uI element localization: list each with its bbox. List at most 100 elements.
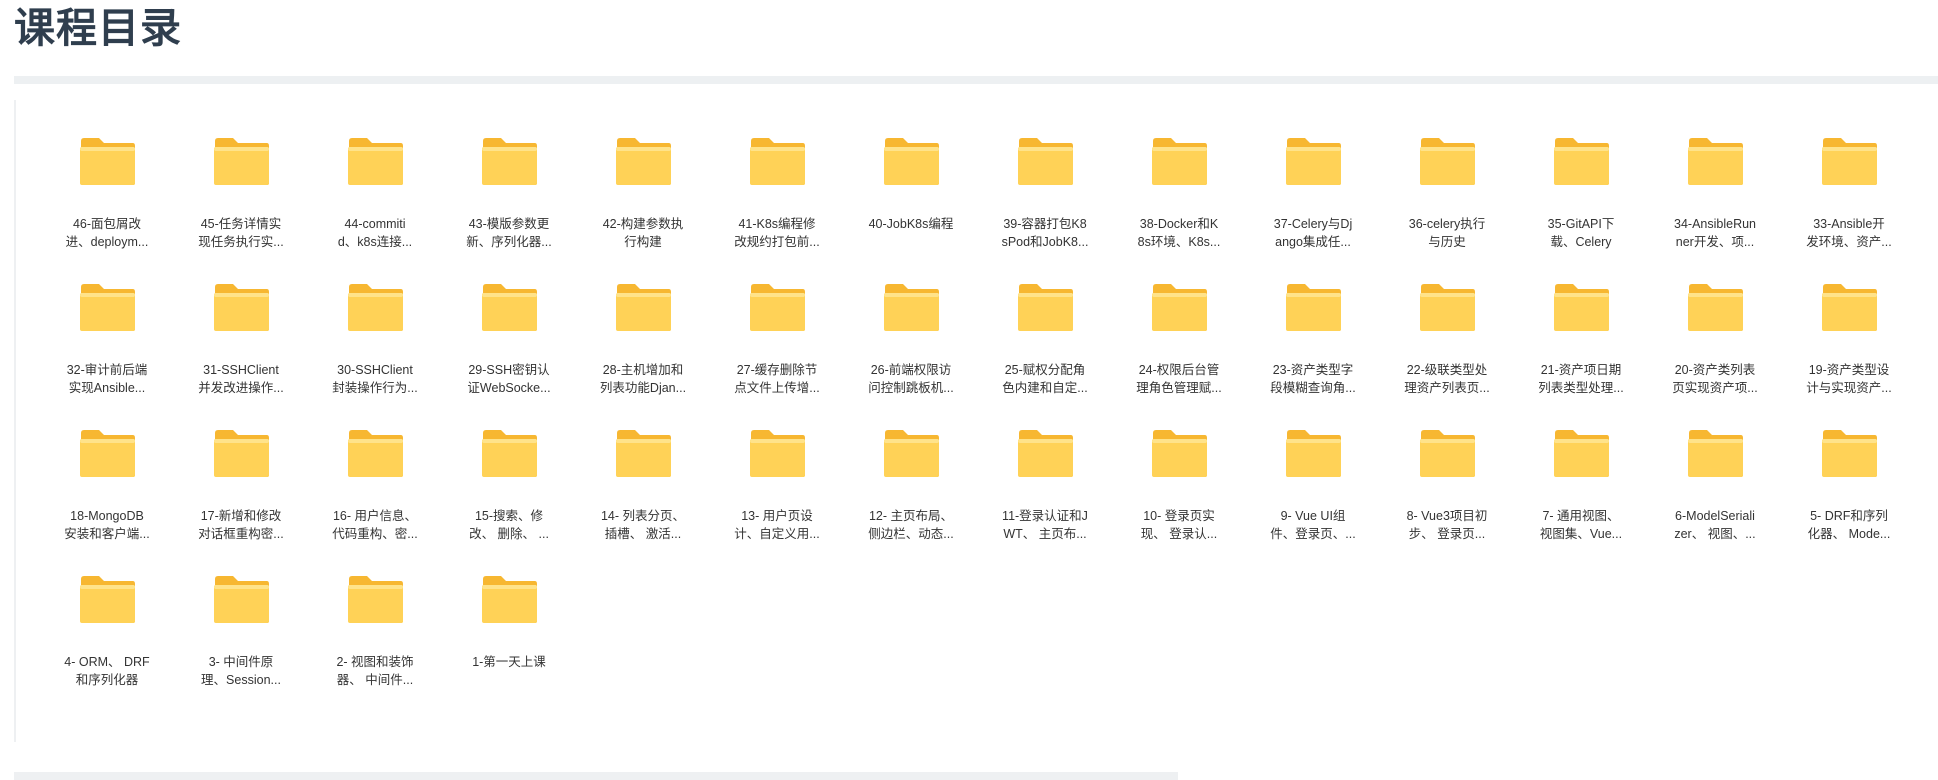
folder-item[interactable]: 45-任务详情实 现任务执行实...	[174, 100, 308, 249]
folder-icon	[749, 137, 806, 186]
folder-label: 8- Vue3项目初 步、 登录页...	[1380, 507, 1514, 547]
folder-label-line1: 32-审计前后端	[66, 363, 148, 377]
folder-label-line1: 29-SSH密钥认	[468, 363, 550, 377]
folder-item[interactable]: 21-资产项日期 列表类型处理...	[1514, 246, 1648, 395]
folder-label-line2: 视图集、Vue...	[1539, 527, 1623, 541]
folder-item[interactable]: 10- 登录页实 现、 登录认...	[1112, 392, 1246, 541]
folder-label-line1: 46-面包屑改	[72, 217, 142, 231]
folder-item[interactable]: 43-模版参数更 新、序列化器...	[442, 100, 576, 249]
folder-label-line2: 器、 中间件...	[336, 673, 414, 687]
folder-icon	[1017, 283, 1074, 332]
folder-icon	[1553, 283, 1610, 332]
folder-label-line1: 40-JobK8s编程	[868, 217, 954, 231]
folder-item[interactable]: 4- ORM、 DRF 和序列化器	[40, 538, 174, 687]
folder-label-line1: 7- 通用视图、	[1542, 509, 1620, 523]
folder-label: 11-登录认证和J WT、 主页布...	[978, 507, 1112, 547]
folder-item[interactable]: 15-搜索、修 改、 删除、 ...	[442, 392, 576, 541]
folder-item[interactable]: 35-GitAPI下 载、Celery	[1514, 100, 1648, 249]
folder-item[interactable]: 31-SSHClient 并发改进操作...	[174, 246, 308, 395]
folder-icon	[213, 429, 270, 478]
folder-item[interactable]: 3- 中间件原 理、Session...	[174, 538, 308, 687]
folder-label-line1: 9- Vue UI组	[1280, 509, 1346, 523]
folder-item[interactable]: 42-构建参数执 行构建	[576, 100, 710, 249]
folder-label-line1: 43-模版参数更	[468, 217, 550, 231]
folder-item[interactable]: 36-celery执行 与历史	[1380, 100, 1514, 249]
folder-item[interactable]: 5- DRF和序列 化器、 Mode...	[1782, 392, 1916, 541]
folder-icon	[481, 575, 538, 624]
folder-item[interactable]: 40-JobK8s编程	[844, 100, 978, 242]
folder-item[interactable]: 23-资产类型字 段模糊查询角...	[1246, 246, 1380, 395]
folder-icon	[1285, 283, 1342, 332]
folder-item[interactable]: 33-Ansible开 发环境、资产...	[1782, 100, 1916, 249]
folder-item[interactable]: 13- 用户页设 计、自定义用...	[710, 392, 844, 541]
folder-item[interactable]: 38-Docker和K 8s环境、K8s...	[1112, 100, 1246, 249]
folder-icon	[347, 575, 404, 624]
folder-item[interactable]: 26-前端权限访 问控制跳板机...	[844, 246, 978, 395]
folder-label-line1: 44-commiti	[344, 217, 406, 231]
folder-label: 1-第一天上课	[442, 653, 576, 693]
folder-label-line1: 19-资产类型设	[1808, 363, 1890, 377]
folder-item[interactable]: 20-资产类列表 页实现资产项...	[1648, 246, 1782, 395]
folder-icon	[1419, 429, 1476, 478]
folder-item[interactable]: 11-登录认证和J WT、 主页布...	[978, 392, 1112, 541]
folder-item[interactable]: 9- Vue UI组 件、登录页、...	[1246, 392, 1380, 541]
folder-grid: 46-面包屑改 进、deploym... 45-任务详情实 现任务执行实... 44-c…	[16, 100, 1938, 740]
page-title: 课程目录	[14, 4, 182, 52]
folder-label-line1: 10- 登录页实	[1143, 509, 1215, 523]
folder-item[interactable]: 8- Vue3项目初 步、 登录页...	[1380, 392, 1514, 541]
folder-label-line1: 8- Vue3项目初	[1406, 509, 1488, 523]
folder-item[interactable]: 30-SSHClient 封装操作行为...	[308, 246, 442, 395]
folder-item[interactable]: 17-新增和修改 对话框重构密...	[174, 392, 308, 541]
folder-item[interactable]: 22-级联类型处 理资产列表页...	[1380, 246, 1514, 395]
folder-icon	[883, 429, 940, 478]
folder-icon	[1151, 429, 1208, 478]
folder-item[interactable]: 24-权限后台管 理角色管理赋...	[1112, 246, 1246, 395]
folder-icon	[1687, 283, 1744, 332]
folder-label-line2: 计、自定义用...	[734, 527, 820, 541]
folder-item[interactable]: 32-审计前后端 实现Ansible...	[40, 246, 174, 395]
folder-label-line1: 17-新增和修改	[200, 509, 282, 523]
folder-item[interactable]: 44-commiti d、k8s连接...	[308, 100, 442, 249]
folder-icon	[749, 283, 806, 332]
folder-item[interactable]: 1-第一天上课	[442, 538, 576, 680]
folder-label-line1: 24-权限后台管	[1138, 363, 1220, 377]
folder-item[interactable]: 27-缓存删除节 点文件上传增...	[710, 246, 844, 395]
folder-item[interactable]: 2- 视图和装饰 器、 中间件...	[308, 538, 442, 687]
folder-label-line1: 37-Celery与Dj	[1273, 217, 1353, 231]
folder-item[interactable]: 25-赋权分配角 色内建和自定...	[978, 246, 1112, 395]
folder-icon	[1285, 429, 1342, 478]
folder-item[interactable]: 46-面包屑改 进、deploym...	[40, 100, 174, 249]
folder-item[interactable]: 7- 通用视图、 视图集、Vue...	[1514, 392, 1648, 541]
folder-item[interactable]: 6-ModelSeriali zer、 视图、...	[1648, 392, 1782, 541]
folder-label-line1: 21-资产项日期	[1540, 363, 1622, 377]
folder-label-line1: 14- 列表分页、	[600, 509, 686, 523]
folder-item[interactable]: 29-SSH密钥认 证WebSocke...	[442, 246, 576, 395]
folder-item[interactable]: 19-资产类型设 计与实现资产...	[1782, 246, 1916, 395]
folder-icon	[1821, 429, 1878, 478]
folder-label-line2: zer、 视图、...	[1674, 527, 1756, 541]
folder-icon	[615, 429, 672, 478]
folder-label-line2: 理、Session...	[201, 673, 281, 687]
folder-icon	[79, 283, 136, 332]
folder-item[interactable]: 37-Celery与Dj ango集成任...	[1246, 100, 1380, 249]
folder-label: 13- 用户页设 计、自定义用...	[710, 507, 844, 547]
folder-item[interactable]: 18-MongoDB 安装和客户端...	[40, 392, 174, 541]
folder-item[interactable]: 16- 用户信息、 代码重构、密...	[308, 392, 442, 541]
folder-item[interactable]: 34-AnsibleRun ner开发、项...	[1648, 100, 1782, 249]
folder-item[interactable]: 41-K8s编程修 改规约打包前...	[710, 100, 844, 249]
folder-item[interactable]: 39-容器打包K8 sPod和JobK8...	[978, 100, 1112, 249]
folder-icon	[1821, 283, 1878, 332]
folder-icon	[1151, 137, 1208, 186]
folder-label-line1: 5- DRF和序列	[1810, 509, 1888, 523]
folder-label-line2: WT、 主页布...	[1003, 527, 1087, 541]
folder-icon	[615, 283, 672, 332]
folder-item[interactable]: 28-主机增加和 列表功能Djan...	[576, 246, 710, 395]
folder-label-line1: 11-登录认证和J	[1002, 509, 1088, 523]
folder-item[interactable]: 14- 列表分页、 插槽、 激活...	[576, 392, 710, 541]
folder-item[interactable]: 12- 主页布局、 侧边栏、动态...	[844, 392, 978, 541]
folder-label-line1: 34-AnsibleRun	[1674, 217, 1756, 231]
folder-label-line2: 插槽、 激活...	[604, 527, 682, 541]
folder-label: 10- 登录页实 现、 登录认...	[1112, 507, 1246, 547]
folder-label-line1: 27-缓存删除节	[736, 363, 818, 377]
folder-label-line1: 12- 主页布局、	[868, 509, 954, 523]
